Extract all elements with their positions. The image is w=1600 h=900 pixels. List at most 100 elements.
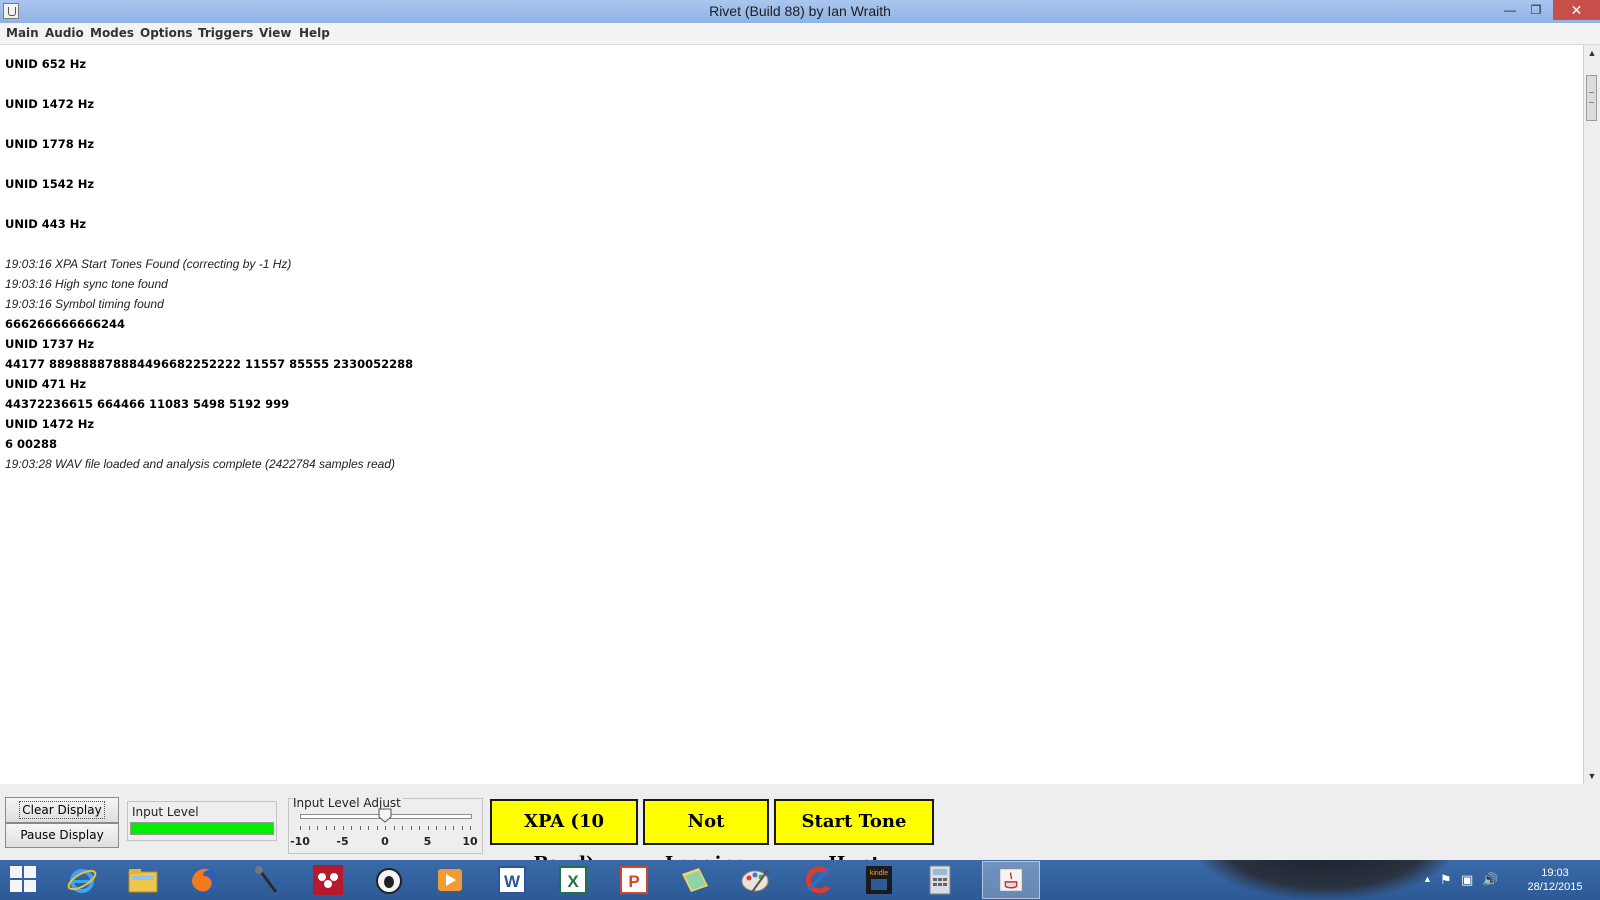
scrollbar-thumb[interactable] (1586, 75, 1597, 121)
kindle-icon[interactable]: kindle (863, 864, 895, 896)
menu-bar: Main Audio Modes Options Triggers View H… (0, 23, 1600, 45)
menu-triggers[interactable]: Triggers (198, 26, 253, 40)
slider-tick (351, 826, 352, 830)
slider-tick-labels: -10 -5 0 5 10 (290, 835, 478, 849)
slider-tick (385, 826, 386, 830)
clock-date: 28/12/2015 (1527, 881, 1583, 893)
folder-sync-icon[interactable] (679, 864, 711, 896)
log-blank-line (5, 234, 413, 254)
show-hidden-icons-chevron-icon[interactable]: ▲ (1423, 874, 1432, 884)
menu-help[interactable]: Help (299, 26, 330, 40)
java-task-button[interactable] (982, 861, 1040, 899)
menu-main[interactable]: Main (6, 26, 39, 40)
taskbar-clock[interactable]: 19:03 28/12/2015 (1522, 866, 1588, 894)
slider-tick (470, 826, 471, 830)
windows-start-icon[interactable] (10, 866, 38, 894)
input-level-panel: Input Level (127, 801, 277, 841)
slider-tick (317, 826, 318, 830)
log-blank-line (5, 74, 413, 94)
close-button[interactable]: ✕ (1553, 0, 1600, 20)
mode-button[interactable]: XPA (10 Baud) (490, 799, 638, 874)
window-title: Rivet (Build 88) by Ian Wraith (709, 3, 891, 19)
slider-tick (334, 826, 335, 830)
action-center-flag-icon[interactable]: ⚑ (1440, 872, 1452, 888)
menu-modes[interactable]: Modes (90, 26, 134, 40)
slider-tick (300, 826, 301, 830)
start-tone-hunt-button[interactable]: Start Tone Hunt (774, 799, 934, 874)
log-line: UNID 1737 Hz (5, 337, 95, 351)
slider-tick (444, 826, 446, 830)
log-line: 6 00288 (5, 437, 58, 451)
log-line: 44372236615 664466 11083 5498 5192 999 (5, 397, 290, 411)
vertical-scrollbar[interactable]: ▲ ▼ (1583, 45, 1600, 784)
clear-display-label: Clear Display (19, 801, 105, 819)
internet-explorer-icon[interactable] (66, 864, 98, 896)
slider-tick (436, 826, 437, 830)
powerpoint-icon[interactable]: P (618, 864, 650, 896)
slider-tick-label: -10 (290, 835, 310, 848)
network-disconnected-icon[interactable]: ▣ (1461, 872, 1473, 888)
java-icon (999, 868, 1023, 892)
slider-tick (393, 826, 395, 830)
scroll-up-arrow-icon[interactable]: ▲ (1584, 45, 1600, 61)
scroll-down-arrow-icon[interactable]: ▼ (1584, 768, 1600, 784)
menu-audio[interactable]: Audio (45, 26, 84, 40)
slider-tick (427, 826, 429, 830)
slider-tick (359, 826, 361, 830)
log-blank-line (5, 194, 413, 214)
volume-speaker-icon[interactable]: 🔊 (1482, 872, 1498, 888)
mendeley-icon[interactable] (312, 864, 344, 896)
slider-tick (410, 826, 412, 830)
menu-view[interactable]: View (259, 26, 291, 40)
slider-tick (453, 826, 454, 830)
slider-tick-label: 10 (462, 835, 478, 848)
log-line: UNID 1472 Hz (5, 97, 95, 111)
menu-options[interactable]: Options (140, 26, 193, 40)
input-level-slider-thumb[interactable] (378, 808, 392, 823)
log-line: UNID 652 Hz (5, 57, 87, 71)
paint-icon[interactable] (740, 864, 772, 896)
decoder-output-area[interactable]: UNID 652 Hz UNID 1472 Hz UNID 1778 Hz UNID … (0, 45, 1583, 784)
slider-tick (368, 826, 369, 830)
restore-button[interactable]: ❐ (1523, 0, 1549, 20)
log-line: UNID 1542 Hz (5, 177, 95, 191)
window-titlebar[interactable]: Rivet (Build 88) by Ian Wraith — ❐ ✕ (0, 0, 1600, 23)
excel-icon[interactable]: X (557, 864, 589, 896)
log-line: 19:03:28 WAV file loaded and analysis co… (5, 457, 396, 471)
slider-tick (308, 826, 310, 830)
slider-tick (342, 826, 344, 830)
ccleaner-icon[interactable] (802, 864, 834, 896)
slider-tick-label: 5 (423, 835, 432, 848)
sheep-icon[interactable] (373, 864, 405, 896)
log-line: UNID 1472 Hz (5, 417, 95, 431)
pause-display-button[interactable]: Pause Display (5, 823, 119, 848)
log-line: 44177 889888878884496682252222 11557 855… (5, 357, 414, 371)
minimize-button[interactable]: — (1497, 0, 1523, 20)
slider-tick (419, 826, 420, 830)
logging-button[interactable]: Not Logging (643, 799, 769, 874)
slider-tick-label: 0 (381, 835, 389, 848)
log-line: 19:03:16 High sync tone found (5, 277, 168, 291)
firefox-icon[interactable] (188, 864, 220, 896)
slider-tick (461, 826, 463, 830)
svg-text:X: X (567, 872, 579, 891)
log-line: UNID 1778 Hz (5, 137, 95, 151)
log-line: UNID 443 Hz (5, 217, 87, 231)
input-level-meter (130, 822, 274, 835)
svg-text:W: W (504, 872, 521, 891)
log-line: 19:03:16 Symbol timing found (5, 297, 164, 311)
word-icon[interactable]: W (496, 864, 528, 896)
svg-text:P: P (628, 872, 639, 891)
input-level-meter-fill (131, 823, 273, 834)
input-level-adjust-panel: Input Level Adjust -10 -5 0 5 10 (288, 796, 483, 854)
calculator-icon[interactable] (924, 864, 956, 896)
media-player-icon[interactable] (434, 864, 466, 896)
log-line: UNID 471 Hz (5, 377, 87, 391)
slider-tick-label: -5 (336, 835, 349, 848)
microphone-icon[interactable] (250, 864, 282, 896)
clear-display-button[interactable]: Clear Display (5, 797, 119, 823)
file-explorer-icon[interactable] (127, 864, 159, 896)
clock-time: 19:03 (1541, 867, 1569, 879)
svg-text:kindle: kindle (870, 870, 888, 877)
taskbar-wallpaper-shadow (1195, 860, 1455, 900)
